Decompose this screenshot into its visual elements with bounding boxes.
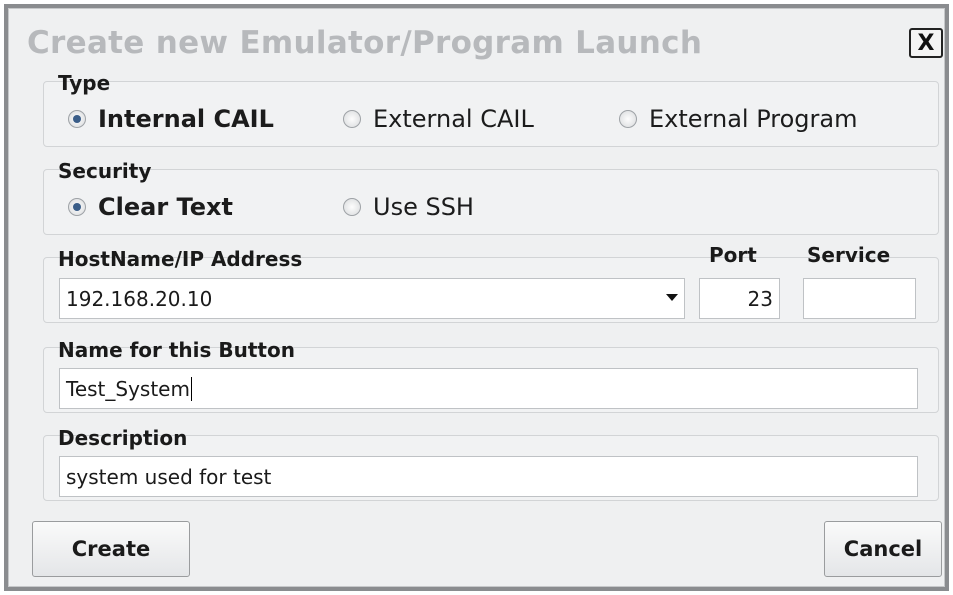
host-select[interactable]: 192.168.20.10 xyxy=(59,278,685,319)
text-cursor xyxy=(190,376,192,401)
radio-external-cail[interactable]: External CAIL xyxy=(343,105,534,133)
radio-indicator xyxy=(68,198,86,216)
port-label: Port xyxy=(709,243,757,267)
create-button[interactable]: Create xyxy=(32,521,190,577)
port-field[interactable]: 23 xyxy=(699,278,780,319)
radio-external-cail-label: External CAIL xyxy=(373,105,534,133)
description-field[interactable]: system used for test xyxy=(59,456,918,497)
host-label: HostName/IP Address xyxy=(58,247,303,271)
radio-use-ssh[interactable]: Use SSH xyxy=(343,193,474,221)
button-name-value: Test_System xyxy=(66,376,190,401)
description-value: system used for test xyxy=(66,464,272,489)
description-label: Description xyxy=(58,426,188,450)
radio-indicator xyxy=(343,198,361,216)
radio-indicator xyxy=(619,110,637,128)
dialog-title: Create new Emulator/Program Launch xyxy=(27,25,703,61)
cancel-button[interactable]: Cancel xyxy=(824,521,942,577)
radio-indicator xyxy=(68,110,86,128)
radio-clear-text-label: Clear Text xyxy=(98,193,233,221)
close-icon: X xyxy=(917,30,935,56)
name-label: Name for this Button xyxy=(58,338,295,362)
service-field[interactable] xyxy=(803,278,916,319)
radio-clear-text[interactable]: Clear Text xyxy=(68,193,233,221)
type-label: Type xyxy=(58,71,111,95)
security-label: Security xyxy=(58,159,152,183)
radio-external-program-label: External Program xyxy=(649,105,858,133)
button-name-field[interactable]: Test_System xyxy=(59,368,918,409)
close-button[interactable]: X xyxy=(909,28,943,58)
port-value: 23 xyxy=(747,286,773,311)
radio-internal-cail-label: Internal CAIL xyxy=(98,105,274,133)
radio-use-ssh-label: Use SSH xyxy=(373,193,474,221)
chevron-down-icon[interactable] xyxy=(666,294,678,301)
radio-external-program[interactable]: External Program xyxy=(619,105,857,133)
radio-internal-cail[interactable]: Internal CAIL xyxy=(68,105,274,133)
dialog-window: Create new Emulator/Program Launch X Typ… xyxy=(8,8,945,587)
radio-indicator xyxy=(343,110,361,128)
host-value: 192.168.20.10 xyxy=(66,286,213,311)
service-label: Service xyxy=(807,243,891,267)
